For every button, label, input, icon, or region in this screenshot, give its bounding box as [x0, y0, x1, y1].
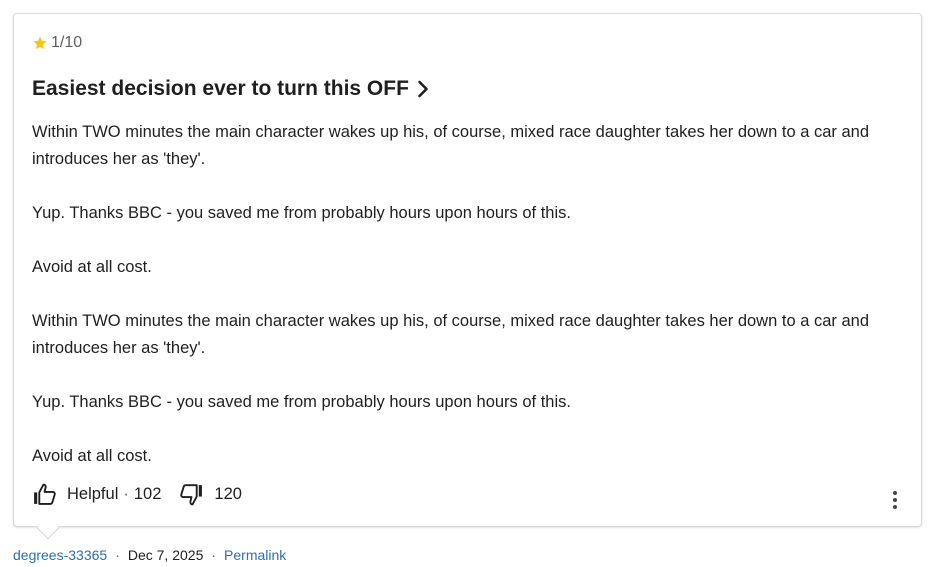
rating-value: 1/10: [51, 34, 83, 51]
review-paragraph: Avoid at all cost.: [32, 447, 152, 465]
review-paragraph: Yup. Thanks BBC - you saved me from prob…: [32, 204, 571, 222]
review-title: Easiest decision ever to turn this OFF: [32, 77, 409, 100]
permalink-link[interactable]: Permalink: [224, 547, 286, 563]
review-actions: Helpful · 102 120: [32, 482, 242, 507]
review-paragraph: Within TWO minutes the main character wa…: [32, 123, 874, 168]
downvote-count: 120: [214, 485, 242, 503]
not-helpful-button[interactable]: 120: [179, 482, 242, 507]
review-body: Within TWO minutes the main character wa…: [32, 119, 904, 497]
thumb-down-icon: [180, 484, 203, 506]
chevron-right-icon: [418, 80, 428, 98]
review-title-link[interactable]: Easiest decision ever to turn this OFF: [32, 77, 429, 101]
thumb-up-icon: [34, 483, 56, 505]
review-paragraph: Avoid at all cost.: [32, 258, 152, 276]
helpful-button[interactable]: Helpful: [32, 482, 118, 507]
author-link[interactable]: degrees-33365: [13, 547, 107, 563]
upvote-count: 102: [133, 485, 162, 503]
helpful-separator: ·: [123, 485, 129, 503]
footer-separator: ·: [115, 547, 120, 563]
footer-separator: ·: [211, 547, 217, 563]
more-vertical-icon[interactable]: [884, 488, 906, 512]
review-date: Dec 7, 2025: [127, 547, 204, 563]
review-paragraph: Yup. Thanks BBC - you saved me from prob…: [32, 393, 571, 411]
review-footer: degrees-33365 · Dec 7, 2025 · Permalink: [13, 547, 286, 563]
review-rating: 1/10: [32, 34, 82, 52]
star-icon: [33, 36, 47, 50]
review-paragraph: Within TWO minutes the main character wa…: [32, 312, 874, 357]
helpful-label: Helpful: [67, 485, 119, 503]
